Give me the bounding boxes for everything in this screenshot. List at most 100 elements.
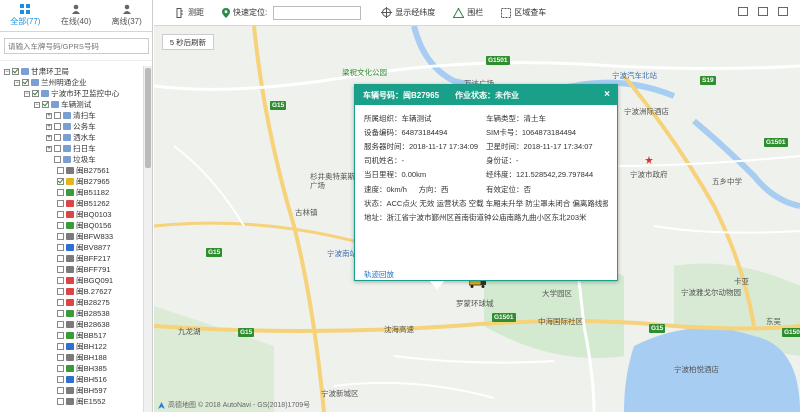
checkbox[interactable]	[12, 68, 19, 75]
collapse-icon[interactable]: −	[14, 79, 20, 86]
checkbox[interactable]	[57, 277, 64, 284]
tree-node-vehicle[interactable]: 闽B27965	[0, 176, 143, 187]
tree-node-vehicle[interactable]: 闽BFF791	[0, 264, 143, 275]
checkbox[interactable]	[54, 145, 61, 152]
tree-node-vehicle[interactable]: 闽BFW833	[0, 231, 143, 242]
collapse-icon[interactable]: −	[4, 68, 10, 75]
tree-node-company[interactable]: − 兰州明通企业	[0, 77, 143, 88]
checkbox[interactable]	[57, 343, 64, 350]
checkbox[interactable]	[57, 167, 64, 174]
quick-locate-input[interactable]	[273, 5, 362, 20]
tree-node-root[interactable]: − 甘肃环卫局	[0, 66, 143, 77]
tree-node-vehicle[interactable]: 闽BH188	[0, 352, 143, 363]
checkbox[interactable]	[57, 178, 64, 185]
tree-node-vehicle[interactable]: 闽B28638	[0, 319, 143, 330]
tree-scrollbar[interactable]	[143, 66, 152, 412]
checkbox[interactable]	[57, 299, 64, 306]
popup-row: 司机姓名：- 身份证：-	[364, 154, 608, 168]
collapse-icon[interactable]: −	[34, 101, 40, 108]
checkbox[interactable]	[57, 398, 64, 405]
fullscreen-icon[interactable]	[778, 7, 788, 16]
checkbox[interactable]	[57, 332, 64, 339]
tree-node-category[interactable]: + 清扫车	[0, 110, 143, 121]
highway-shield: G1501	[782, 328, 800, 337]
tab-all[interactable]: 全部(77)	[0, 0, 51, 31]
checkbox[interactable]	[57, 222, 64, 229]
car-icon	[66, 200, 74, 207]
tree-node-vehicle[interactable]: 闽B.27627	[0, 286, 143, 297]
show-lnglat-tool[interactable]: 显示经纬度	[381, 7, 435, 18]
tree-node-vehicle[interactable]: 闽BH597	[0, 385, 143, 396]
tree-node-vehicle[interactable]: 闽BQ0103	[0, 209, 143, 220]
tree-node-vehicle[interactable]: 闽BH385	[0, 363, 143, 374]
fence-icon	[453, 7, 465, 18]
tree-node-vehicle[interactable]: 闽BFF217	[0, 253, 143, 264]
tab-online[interactable]: 在线(40)	[51, 0, 102, 31]
checkbox[interactable]	[57, 211, 64, 218]
map-view[interactable]: 梁祝文化公园 万达广场 宁波汽车北站 宁波洲际酒店 宁波市政府 五乡中学 杉井奥…	[154, 26, 800, 412]
checkbox[interactable]	[42, 101, 49, 108]
folder-icon	[41, 90, 49, 97]
checkbox[interactable]	[57, 233, 64, 240]
car-icon	[66, 354, 74, 361]
checkbox[interactable]	[57, 255, 64, 262]
tree-node-category[interactable]: + 扫日车	[0, 143, 143, 154]
checkbox[interactable]	[57, 244, 64, 251]
tree-node-category[interactable]: 垃圾车	[0, 154, 143, 165]
checkbox[interactable]	[54, 112, 61, 119]
tree-node-group[interactable]: − 车辆测试	[0, 99, 143, 110]
checkbox[interactable]	[57, 266, 64, 273]
vehicle-info-popup: 车辆号码：闽B27965 作业状态：未作业 × 所属组织：车辆测试 车辆类型：清…	[354, 84, 618, 281]
ranging-tool[interactable]: 测距	[176, 7, 204, 18]
tree-node-vehicle[interactable]: 闽B51262	[0, 198, 143, 209]
checkbox[interactable]	[57, 387, 64, 394]
tree-node-center[interactable]: − 宁波市环卫监控中心	[0, 88, 143, 99]
collapse-icon[interactable]: −	[24, 90, 30, 97]
popup-field: 卫星时间：2018-11-17 17:34:07	[486, 141, 593, 151]
tab-offline[interactable]: 离线(37)	[101, 0, 152, 31]
tree-node-vehicle[interactable]: 闽B28275	[0, 297, 143, 308]
fence-tool[interactable]: 围栏	[453, 7, 483, 18]
close-icon[interactable]: ×	[604, 89, 610, 100]
checkbox[interactable]	[57, 288, 64, 295]
track-playback-link[interactable]: 轨迹回放	[364, 269, 394, 280]
checkbox[interactable]	[54, 123, 61, 130]
scroll-thumb[interactable]	[145, 68, 151, 168]
checkbox[interactable]	[22, 79, 29, 86]
tree-node-vehicle[interactable]: 闽BB517	[0, 330, 143, 341]
tree-node-vehicle[interactable]: 闽BQ0156	[0, 220, 143, 231]
tree-node-vehicle[interactable]: 闽E1552	[0, 396, 143, 407]
tree-node-vehicle[interactable]: 闽BH122	[0, 341, 143, 352]
checkbox[interactable]	[57, 321, 64, 328]
expand-icon[interactable]: +	[46, 112, 52, 119]
expand-icon[interactable]: +	[46, 145, 52, 152]
tree-node-vehicle[interactable]: 闽B51182	[0, 187, 143, 198]
tree-node-vehicle[interactable]: 闽B28538	[0, 308, 143, 319]
refresh-countdown[interactable]: 5 秒后刷新	[162, 34, 214, 50]
expand-icon[interactable]: +	[46, 123, 52, 130]
tree-label: 扫日车	[73, 144, 96, 153]
area-search-tool[interactable]: 区域查车	[501, 7, 546, 18]
checkbox[interactable]	[57, 200, 64, 207]
tree-node-category[interactable]: + 洒水车	[0, 132, 143, 143]
checkbox[interactable]	[57, 310, 64, 317]
checkbox[interactable]	[32, 90, 39, 97]
checkbox[interactable]	[54, 134, 61, 141]
checkbox[interactable]	[57, 376, 64, 383]
tree-node-vehicle[interactable]: 闽BGQ091	[0, 275, 143, 286]
checkbox[interactable]	[57, 365, 64, 372]
expand-icon[interactable]: +	[46, 134, 52, 141]
tree-node-vehicle[interactable]: 闽B27561	[0, 165, 143, 176]
checkbox[interactable]	[54, 156, 61, 163]
checkbox[interactable]	[57, 189, 64, 196]
tree-node-category[interactable]: + 公务车	[0, 121, 143, 132]
tree-node-vehicle[interactable]: 闽BV8877	[0, 242, 143, 253]
map-label: 宁波柏悦酒店	[674, 365, 719, 374]
layout-icon[interactable]	[738, 7, 748, 16]
tree-node-vehicle[interactable]: 闽BH516	[0, 374, 143, 385]
split-view-icon[interactable]	[758, 7, 768, 16]
folder-icon	[63, 112, 71, 119]
vehicle-search-input[interactable]	[4, 38, 149, 54]
checkbox[interactable]	[57, 354, 64, 361]
vehicle-plate: 闽BFF791	[76, 265, 111, 274]
